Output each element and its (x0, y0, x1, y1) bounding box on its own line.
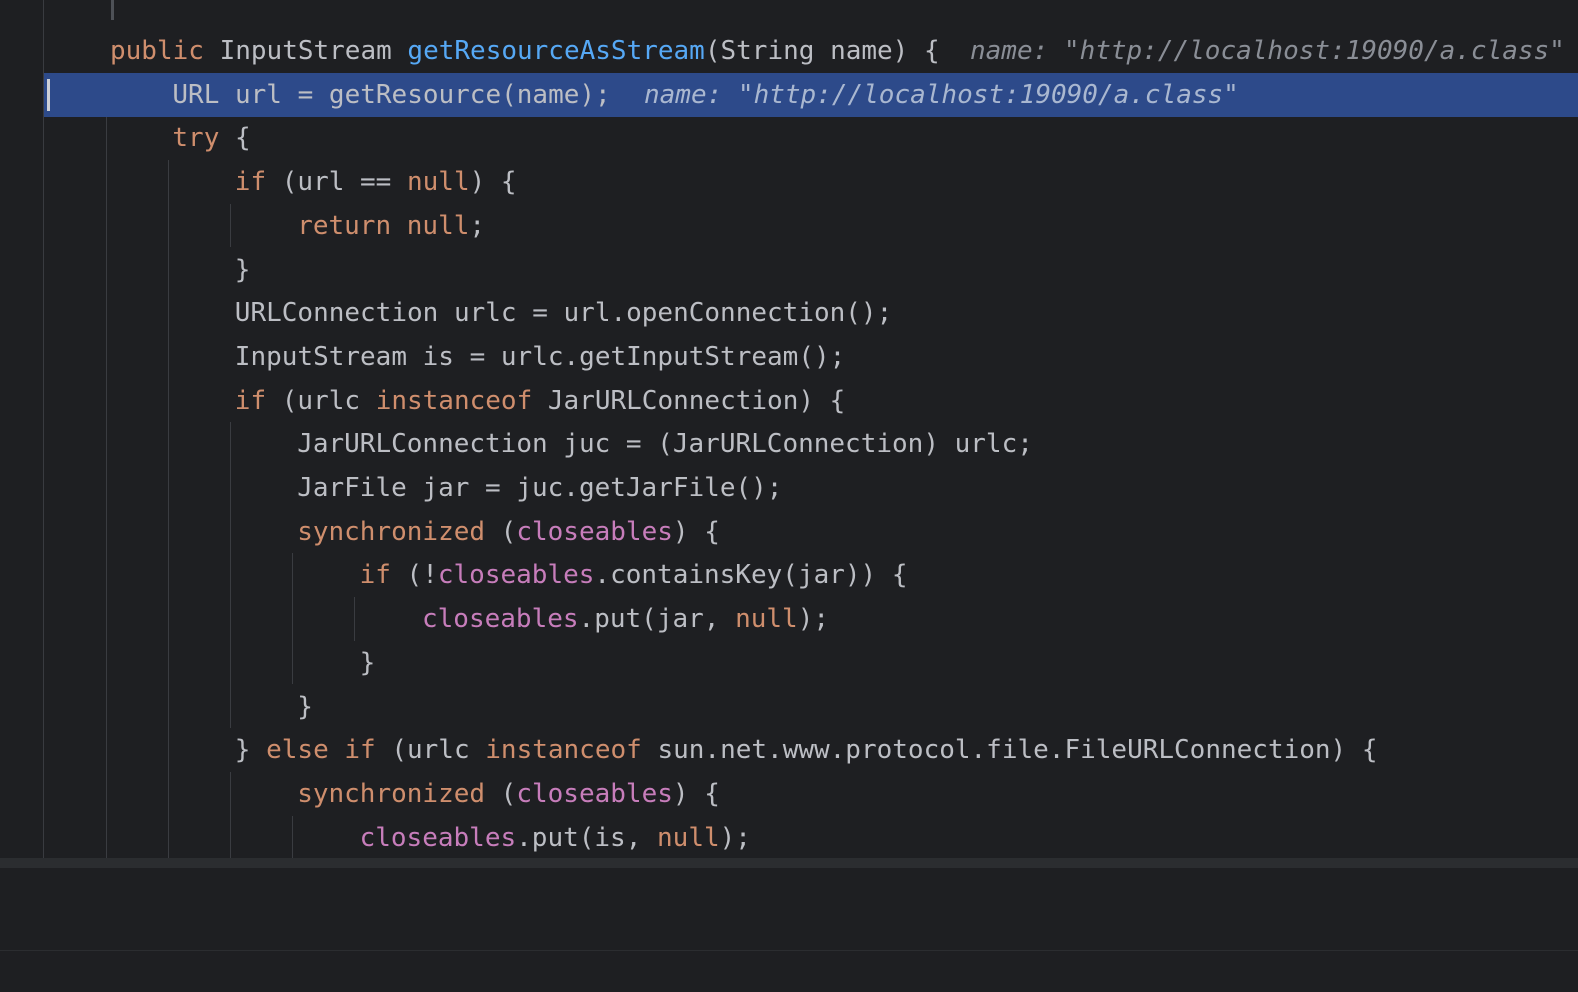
panel-divider (0, 950, 1578, 951)
code-line[interactable]: closeables.put(jar, null); (0, 597, 1578, 641)
code-token: (String name) { (704, 36, 940, 66)
code-line[interactable]: if (urlc instanceof JarURLConnection) { (0, 379, 1578, 423)
keyword-token: synchronized (297, 516, 486, 547)
code-text: closeables.put(jar, null); (422, 597, 829, 641)
code-line[interactable]: if (url == null) { (0, 160, 1578, 204)
code-token: URL url = getResource(name); (172, 79, 611, 110)
code-token: { (219, 123, 251, 154)
code-token: InputStream (203, 36, 408, 66)
code-line[interactable]: URLConnection urlc = url.openConnection(… (0, 291, 1578, 335)
code-token: ( (485, 516, 517, 547)
code-line[interactable]: closeables.put(is, null); (0, 816, 1578, 860)
keyword-token: null (407, 167, 470, 198)
code-text: public InputStream getResourceAsStream(S… (110, 29, 940, 73)
code-text: try { (172, 116, 250, 160)
code-token: .put(jar, (578, 604, 736, 635)
keyword-token: if (359, 560, 391, 591)
code-line[interactable]: JarFile jar = juc.getJarFile(); (0, 466, 1578, 510)
keyword-token: null (735, 604, 798, 635)
code-text: } (360, 641, 376, 685)
code-text: synchronized (closeables) { (297, 510, 720, 554)
inline-debug-value-hint: name: "http://localhost:19090/a.class" (970, 36, 1565, 66)
code-line[interactable]: synchronized (closeables) { (0, 510, 1578, 554)
code-token: } (234, 254, 251, 285)
function-name-token: getResourceAsStream (407, 36, 705, 66)
field-token: closeables (359, 822, 517, 853)
code-token: InputStream is = urlc.getInputStream(); (234, 341, 846, 372)
code-token: (urlc (375, 735, 486, 766)
code-token: .put(is, (516, 822, 658, 853)
code-token: .containsKey(jar)) { (594, 560, 908, 591)
code-text: closeables.put(is, null); (360, 816, 751, 860)
code-text: URLConnection urlc = url.openConnection(… (235, 291, 892, 335)
code-line[interactable]: public InputStream getResourceAsStream(S… (0, 29, 1578, 73)
code-text: } (297, 685, 313, 729)
fold-marker (111, 0, 114, 20)
keyword-token: synchronized (297, 778, 486, 809)
code-text: } (235, 248, 251, 292)
field-token: closeables (422, 604, 579, 635)
code-token: JarURLConnection) { (532, 385, 846, 416)
code-text: return null; (297, 204, 485, 248)
code-token: ) { (469, 167, 517, 198)
keyword-token: instanceof (375, 385, 533, 416)
code-text: synchronized (closeables) { (297, 772, 720, 816)
code-line[interactable]: return null; (0, 204, 1578, 248)
text-caret (47, 79, 50, 111)
code-editor[interactable]: public InputStream getResourceAsStream(S… (0, 0, 1578, 866)
code-token: JarURLConnection juc = (JarURLConnection… (297, 429, 1033, 460)
code-text: if (url == null) { (235, 160, 517, 204)
code-line-current[interactable]: URL url = getResource(name); name: "http:… (44, 72, 1578, 117)
field-token: closeables (516, 516, 673, 547)
inline-debug-value-hint: name: "http://localhost:19090/a.class" (644, 79, 1239, 110)
code-token: ) { (672, 778, 720, 809)
code-text: JarFile jar = juc.getJarFile(); (297, 466, 782, 510)
code-line[interactable]: try { (0, 116, 1578, 160)
code-token: sun.net.www.protocol.file.FileURLConnect… (641, 735, 1378, 766)
code-text: InputStream is = urlc.getInputStream(); (235, 335, 845, 379)
code-line[interactable]: } (0, 641, 1578, 685)
keyword-token: null (657, 822, 720, 853)
code-token: ( (485, 778, 517, 809)
keyword-token: instanceof (485, 735, 642, 766)
field-token: closeables (437, 560, 595, 591)
field-token: closeables (516, 778, 673, 809)
bottom-panel (0, 868, 1578, 992)
code-line[interactable]: } (0, 248, 1578, 292)
code-token: } (234, 735, 267, 766)
code-text: URL url = getResource(name); (172, 73, 610, 117)
code-token: URLConnection urlc = url.openConnection(… (234, 298, 893, 329)
code-text: JarURLConnection juc = (JarURLConnection… (297, 422, 1033, 466)
code-line[interactable]: synchronized (closeables) { (0, 772, 1578, 816)
code-text: if (urlc instanceof JarURLConnection) { (235, 379, 846, 423)
keyword-token: try (172, 123, 220, 154)
keyword-token: public (110, 36, 204, 66)
code-line[interactable]: if (!closeables.containsKey(jar)) { (0, 553, 1578, 597)
code-token: } (297, 691, 313, 722)
keyword-token: else if (266, 735, 376, 766)
code-token: JarFile jar = juc.getJarFile(); (297, 473, 783, 503)
horizontal-scrollbar[interactable] (0, 858, 1578, 868)
keyword-token: null (406, 210, 470, 241)
code-token: (url == (266, 167, 407, 198)
code-text: } else if (urlc instanceof sun.net.www.p… (235, 728, 1378, 772)
code-text: if (!closeables.containsKey(jar)) { (360, 553, 908, 597)
code-line[interactable]: InputStream is = urlc.getInputStream(); (0, 335, 1578, 379)
code-line[interactable]: } else if (urlc instanceof sun.net.www.p… (0, 728, 1578, 772)
code-token: ); (797, 604, 830, 635)
keyword-token: return (297, 210, 392, 241)
code-token: } (359, 647, 376, 678)
code-token: ) { (672, 516, 720, 547)
code-token: (! (390, 560, 438, 591)
code-line[interactable]: } (0, 685, 1578, 729)
keyword-token: if (234, 167, 267, 198)
code-line[interactable]: JarURLConnection juc = (JarURLConnection… (0, 422, 1578, 466)
code-token: (urlc (266, 385, 376, 416)
code-token: ); (719, 822, 751, 853)
keyword-token: if (234, 385, 267, 416)
code-token: ; (469, 210, 486, 241)
